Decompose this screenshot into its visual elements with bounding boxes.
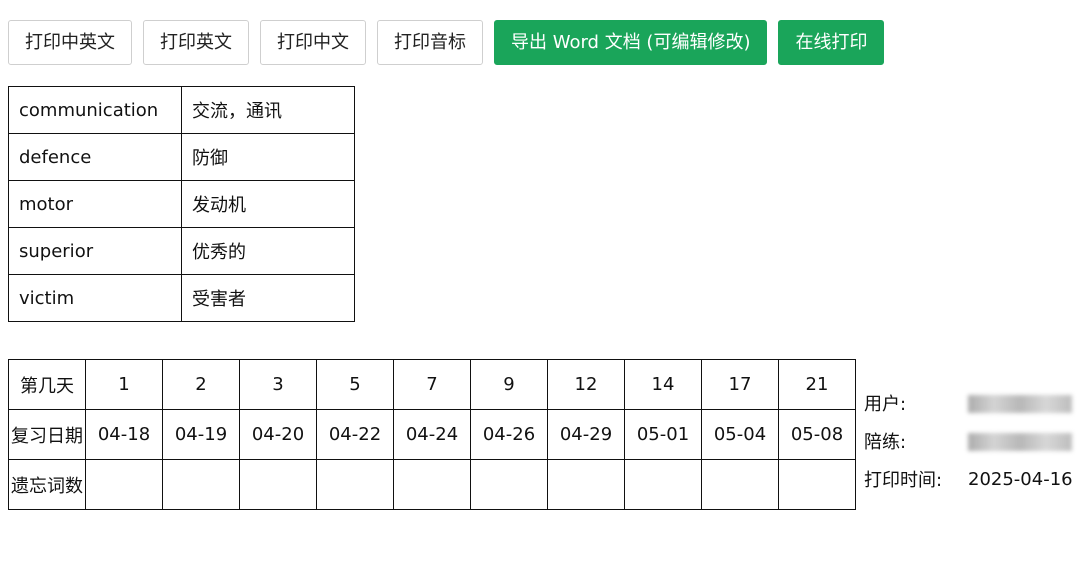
day-cell: 17 — [701, 359, 779, 410]
table-row: defence 防御 — [8, 133, 355, 181]
day-cell: 1 — [85, 359, 163, 410]
date-cell: 04-20 — [239, 409, 317, 460]
word-table: communication 交流，通讯 defence 防御 motor 发动机… — [8, 86, 355, 322]
export-word-button[interactable]: 导出 Word 文档 (可编辑修改) — [494, 20, 768, 65]
forgotten-cell — [316, 459, 394, 510]
forgotten-cell — [470, 459, 548, 510]
day-cell: 5 — [316, 359, 394, 410]
day-cell: 12 — [547, 359, 625, 410]
forgotten-cell — [393, 459, 471, 510]
day-cell: 9 — [470, 359, 548, 410]
table-row: victim 受害者 — [8, 274, 355, 322]
print-time-row: 打印时间: 2025-04-16 — [864, 460, 1073, 498]
word-en: victim — [8, 274, 182, 322]
table-row-dates: 复习日期 04-18 04-19 04-20 04-22 04-24 04-26… — [8, 409, 856, 460]
row-label-forgotten-count: 遗忘词数 — [8, 459, 86, 510]
date-cell: 04-22 — [316, 409, 394, 460]
word-en: defence — [8, 133, 182, 181]
coach-row: 陪练: — [864, 422, 1073, 460]
date-cell: 05-01 — [624, 409, 702, 460]
print-zh-en-button[interactable]: 打印中英文 — [8, 20, 132, 65]
print-en-button[interactable]: 打印英文 — [143, 20, 249, 65]
date-cell: 04-18 — [85, 409, 163, 460]
word-zh: 防御 — [181, 133, 355, 181]
word-en: motor — [8, 180, 182, 228]
word-zh: 发动机 — [181, 180, 355, 228]
coach-label: 陪练: — [864, 432, 907, 453]
date-cell: 04-26 — [470, 409, 548, 460]
row-label-day: 第几天 — [8, 359, 86, 410]
redacted-mark — [968, 394, 1072, 413]
review-schedule-table: 第几天 1 2 3 5 7 9 12 14 17 21 复习日期 04-18 0… — [8, 359, 856, 510]
day-cell: 14 — [624, 359, 702, 410]
day-cell: 2 — [162, 359, 240, 410]
table-row-days: 第几天 1 2 3 5 7 9 12 14 17 21 — [8, 359, 856, 410]
table-row: motor 发动机 — [8, 180, 355, 228]
word-en: communication — [8, 86, 182, 134]
forgotten-cell — [85, 459, 163, 510]
print-time-label: 打印时间: — [864, 470, 943, 491]
page: 打印中英文 打印英文 打印中文 打印音标 导出 Word 文档 (可编辑修改) … — [0, 0, 1080, 580]
forgotten-cell — [778, 459, 856, 510]
date-cell: 05-08 — [778, 409, 856, 460]
forgotten-cell — [162, 459, 240, 510]
day-cell: 3 — [239, 359, 317, 410]
word-zh: 受害者 — [181, 274, 355, 322]
day-cell: 21 — [778, 359, 856, 410]
date-cell: 04-29 — [547, 409, 625, 460]
print-phonetic-button[interactable]: 打印音标 — [377, 20, 483, 65]
coach-value-redacted — [968, 431, 1072, 452]
row-label-review-date: 复习日期 — [8, 409, 86, 460]
toolbar: 打印中英文 打印英文 打印中文 打印音标 导出 Word 文档 (可编辑修改) … — [8, 20, 885, 65]
word-zh: 优秀的 — [181, 227, 355, 275]
print-zh-button[interactable]: 打印中文 — [260, 20, 366, 65]
table-row: superior 优秀的 — [8, 227, 355, 275]
online-print-button[interactable]: 在线打印 — [778, 20, 885, 65]
table-row: communication 交流，通讯 — [8, 86, 355, 134]
forgotten-cell — [701, 459, 779, 510]
forgotten-cell — [547, 459, 625, 510]
table-row-forgotten: 遗忘词数 — [8, 459, 856, 510]
user-row: 用户: — [864, 384, 1073, 422]
print-info: 用户: 陪练: 打印时间: 2025-04-16 — [864, 384, 1073, 498]
user-label: 用户: — [864, 394, 907, 415]
user-value-redacted — [968, 393, 1072, 414]
date-cell: 05-04 — [701, 409, 779, 460]
forgotten-cell — [239, 459, 317, 510]
forgotten-cell — [624, 459, 702, 510]
redacted-mark — [968, 432, 1072, 451]
date-cell: 04-24 — [393, 409, 471, 460]
word-zh: 交流，通讯 — [181, 86, 355, 134]
print-time-value: 2025-04-16 — [968, 468, 1073, 490]
day-cell: 7 — [393, 359, 471, 410]
date-cell: 04-19 — [162, 409, 240, 460]
word-en: superior — [8, 227, 182, 275]
